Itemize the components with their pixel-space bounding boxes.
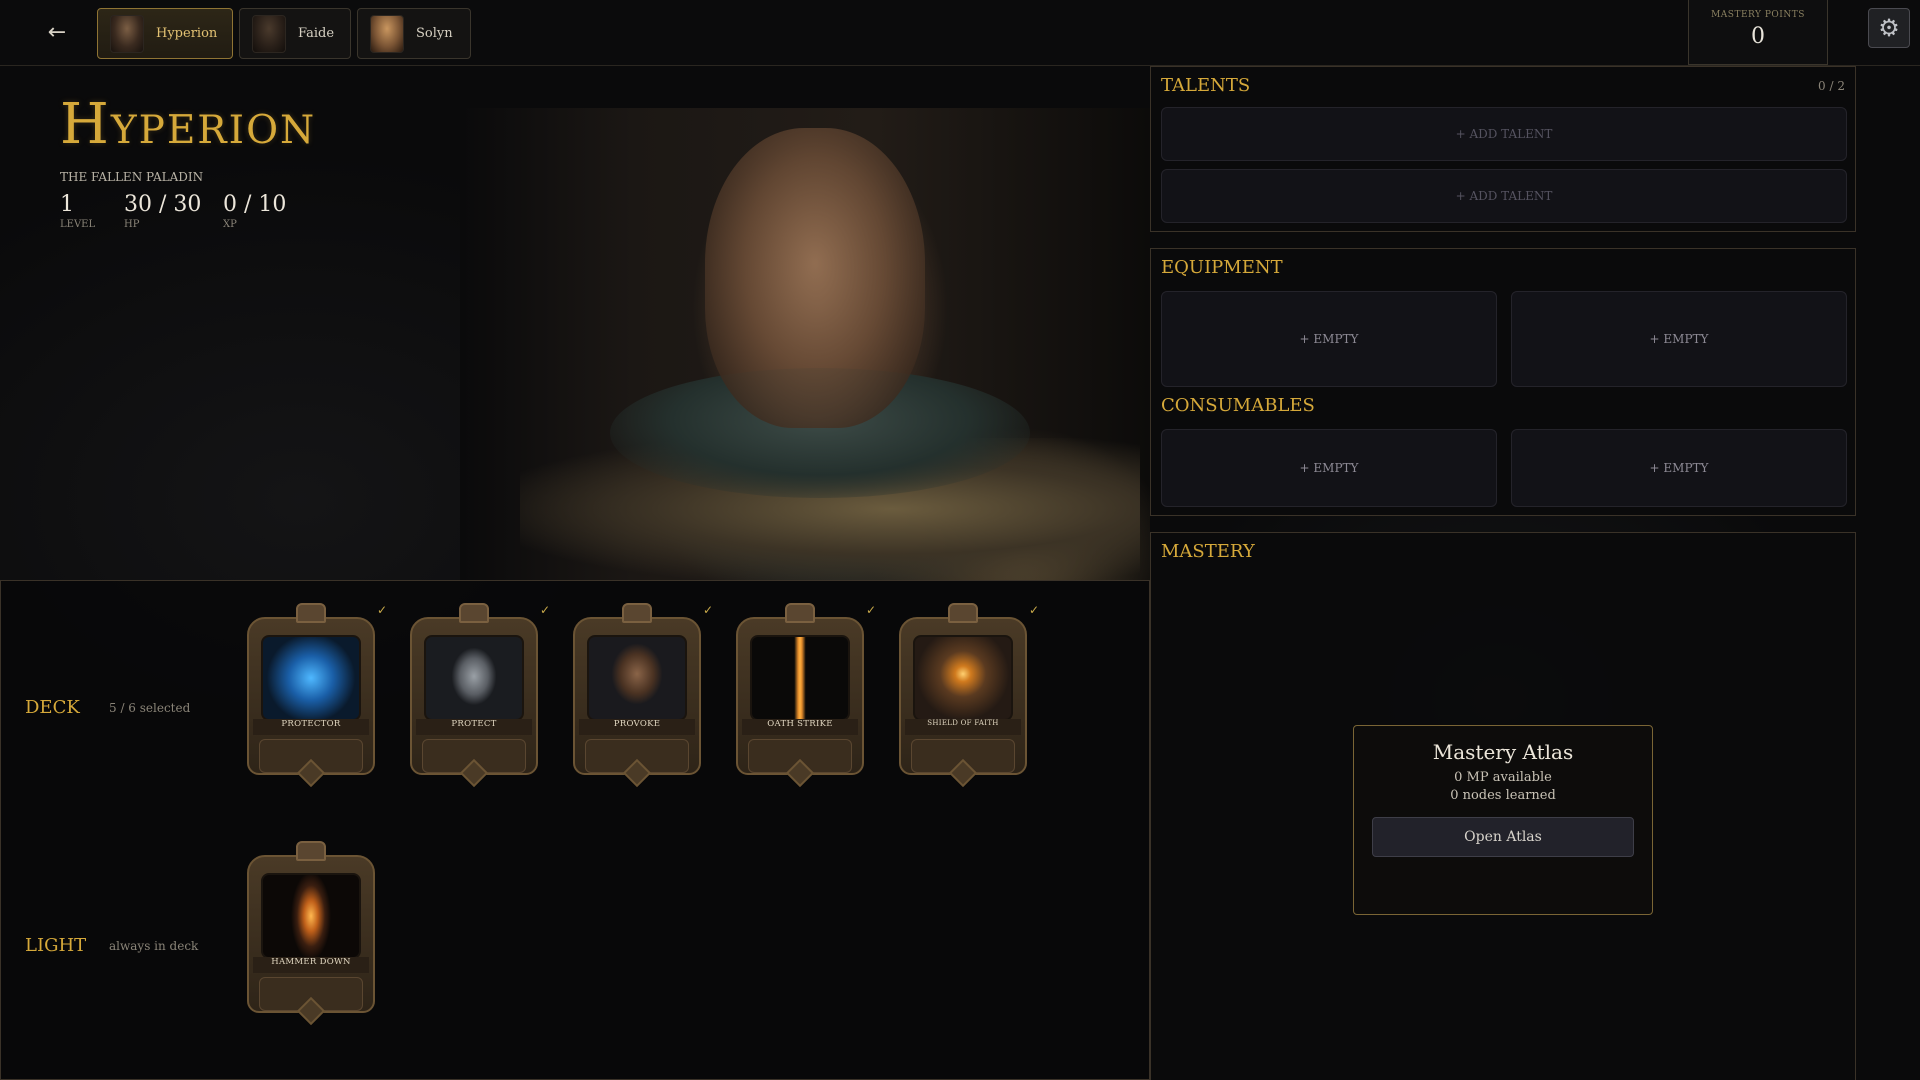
hero-tab-label: Solyn (416, 26, 453, 41)
sun-shield-icon (913, 635, 1013, 721)
mastery-points-value: 0 (1751, 24, 1765, 49)
atlas-mp: 0 MP available (1454, 770, 1552, 785)
portrait-face (705, 128, 925, 428)
card-name: OATH STRIKE (742, 719, 858, 735)
card-name: HAMMER DOWN (253, 957, 369, 973)
atlas-nodes: 0 nodes learned (1450, 788, 1556, 803)
mastery-title: MASTERY (1161, 541, 1255, 562)
hero-portrait (460, 108, 1150, 580)
mastery-atlas-card: Mastery Atlas 0 MP available 0 nodes lea… (1353, 725, 1653, 915)
equipment-slot[interactable]: + EMPTY (1511, 291, 1847, 387)
stat-value: 1 (60, 192, 74, 217)
inventory-panel: EQUIPMENT + EMPTY + EMPTY CONSUMABLES + … (1150, 248, 1856, 516)
consumables-title: CONSUMABLES (1161, 395, 1315, 416)
hero-name: Hyperion (60, 92, 317, 157)
hero-tab-solyn[interactable]: Solyn (357, 8, 471, 59)
hero-tab-hyperion[interactable]: Hyperion (97, 8, 233, 59)
consumable-slot[interactable]: + EMPTY (1511, 429, 1847, 507)
hero-tab-label: Hyperion (156, 26, 218, 41)
light-title: LIGHT (25, 935, 87, 956)
deck-subtitle: 5 / 6 selected (109, 701, 191, 715)
card-crown (459, 603, 489, 623)
hyperion-avatar (110, 14, 144, 53)
deck-title: DECK (25, 697, 80, 718)
check-icon: ✓ (1029, 603, 1040, 617)
hammer-icon (261, 873, 361, 959)
stat-label: XP (223, 219, 237, 230)
card-crown (622, 603, 652, 623)
talents-panel: TALENTS 0 / 2 + ADD TALENT + ADD TALENT (1150, 66, 1856, 232)
talents-count: 0 / 2 (1818, 79, 1845, 93)
card-name: PROVOKE (579, 719, 695, 735)
add-talent-slot[interactable]: + ADD TALENT (1161, 169, 1847, 223)
card-crown (948, 603, 978, 623)
stat-xp: 0 / 10 XP (223, 192, 286, 230)
hero-tab-faide[interactable]: Faide (239, 8, 351, 59)
check-icon: ✓ (540, 603, 551, 617)
solyn-avatar (370, 14, 404, 53)
gear-icon[interactable]: ⚙ (1868, 8, 1910, 48)
stat-label: LEVEL (60, 219, 96, 230)
shield-icon (424, 635, 524, 721)
check-icon: ✓ (377, 603, 388, 617)
deck-panel: DECK 5 / 6 selected PROTECTOR ✓ PROTECT … (0, 580, 1150, 1080)
stat-value: 0 / 10 (223, 192, 287, 217)
card-crown (296, 603, 326, 623)
light-subtitle: always in deck (109, 939, 199, 953)
orbs-icon (261, 635, 361, 721)
faide-avatar (252, 14, 286, 53)
hero-subtitle: THE FALLEN PALADIN (60, 170, 204, 184)
talents-title: TALENTS (1161, 75, 1251, 96)
warrior-face-icon (587, 635, 687, 721)
card-name: PROTECT (416, 719, 532, 735)
hero-tab-label: Faide (298, 26, 335, 41)
card-crown (785, 603, 815, 623)
open-atlas-button[interactable]: Open Atlas (1372, 817, 1634, 857)
back-arrow-icon[interactable]: ← (44, 18, 70, 48)
card-protector[interactable]: PROTECTOR ✓ (247, 603, 387, 788)
card-oath-strike[interactable]: OATH STRIKE ✓ (736, 603, 876, 788)
check-icon: ✓ (703, 603, 714, 617)
card-hammer-down[interactable]: HAMMER DOWN (247, 841, 375, 1026)
card-name: SHIELD OF FAITH (905, 719, 1021, 735)
card-protect[interactable]: PROTECT ✓ (410, 603, 550, 788)
mastery-points-label: MASTERY POINTS (1711, 10, 1805, 20)
atlas-title: Mastery Atlas (1432, 740, 1574, 764)
check-icon: ✓ (866, 603, 877, 617)
add-talent-slot[interactable]: + ADD TALENT (1161, 107, 1847, 161)
stat-label: HP (124, 219, 140, 230)
sword-icon (750, 635, 850, 721)
equipment-slot[interactable]: + EMPTY (1161, 291, 1497, 387)
equipment-title: EQUIPMENT (1161, 257, 1283, 278)
stat-value: 30 / 30 (124, 192, 202, 217)
stat-level: 1 LEVEL (60, 192, 95, 230)
consumable-slot[interactable]: + EMPTY (1161, 429, 1497, 507)
top-bar: ← Hyperion Faide Solyn MASTERY POINTS 0 … (0, 0, 1920, 66)
card-crown (296, 841, 326, 861)
card-shield-of-faith[interactable]: SHIELD OF FAITH ✓ (899, 603, 1039, 788)
mastery-points-counter: MASTERY POINTS 0 (1688, 0, 1828, 65)
card-name: PROTECTOR (253, 719, 369, 735)
stat-hp: 30 / 30 HP (124, 192, 201, 230)
card-provoke[interactable]: PROVOKE ✓ (573, 603, 713, 788)
